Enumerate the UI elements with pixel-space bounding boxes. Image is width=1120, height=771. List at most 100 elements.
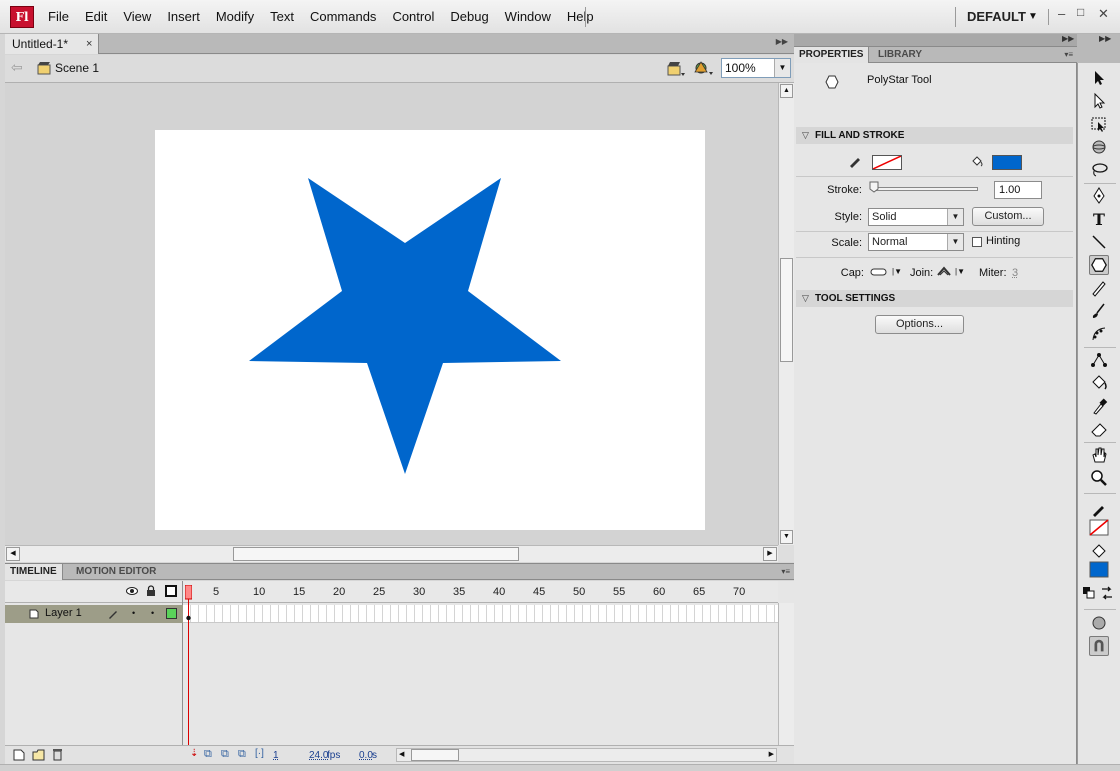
- round-cap-icon[interactable]: [870, 267, 888, 277]
- stroke-style-select[interactable]: Solid ▼: [868, 208, 964, 226]
- new-layer-icon[interactable]: [13, 749, 25, 761]
- star-shape[interactable]: [249, 178, 561, 474]
- deco-tool-icon[interactable]: [1089, 324, 1109, 344]
- edit-scene-icon[interactable]: [666, 60, 686, 78]
- chevron-down-icon[interactable]: |▼: [955, 267, 965, 276]
- outline-color-swatch[interactable]: [166, 608, 177, 619]
- menu-window[interactable]: Window: [497, 0, 559, 34]
- line-tool-icon[interactable]: [1089, 232, 1109, 252]
- elapsed-time[interactable]: 0.0: [359, 750, 373, 761]
- subselection-tool-icon[interactable]: [1089, 91, 1109, 111]
- collapse-triangle-icon[interactable]: ▽: [802, 290, 809, 307]
- pen-tool-icon[interactable]: [1089, 186, 1109, 206]
- frame-rate[interactable]: 24.0: [309, 750, 328, 761]
- trash-icon[interactable]: [52, 748, 63, 761]
- scene-breadcrumb[interactable]: Scene 1: [55, 61, 99, 75]
- playhead[interactable]: [185, 585, 192, 753]
- stage-horizontal-scrollbar[interactable]: ◀ ▶: [5, 545, 778, 562]
- edit-multiple-frames-icon[interactable]: ⧉: [238, 748, 246, 761]
- workspace-switcher[interactable]: DEFAULT: [967, 0, 1026, 34]
- scroll-thumb[interactable]: [411, 749, 459, 761]
- tool-settings-header[interactable]: ▽ TOOL SETTINGS: [796, 290, 1073, 307]
- scroll-left-icon[interactable]: ◀: [399, 750, 404, 758]
- pencil-tool-icon[interactable]: [1089, 278, 1109, 298]
- tab-library[interactable]: LIBRARY: [873, 47, 927, 63]
- collapse-triangle-icon[interactable]: ▽: [802, 127, 809, 144]
- center-frame-icon[interactable]: ⇣: [190, 748, 198, 759]
- scroll-right-icon[interactable]: ▶: [763, 547, 777, 561]
- scroll-down-icon[interactable]: ▼: [780, 530, 793, 544]
- text-tool-icon[interactable]: T: [1089, 209, 1109, 229]
- chevron-down-icon[interactable]: ▼: [947, 234, 963, 250]
- snap-to-objects-icon[interactable]: [1089, 636, 1109, 656]
- options-button[interactable]: Options...: [875, 315, 964, 334]
- menu-file[interactable]: File: [40, 0, 77, 34]
- fill-and-stroke-header[interactable]: ▽ FILL AND STROKE: [796, 127, 1073, 144]
- tab-timeline[interactable]: TIMELINE: [5, 564, 63, 580]
- onion-skin-outlines-icon[interactable]: ⧉: [221, 748, 229, 761]
- stroke-color-swatch[interactable]: [872, 155, 902, 170]
- scale-select[interactable]: Normal ▼: [868, 233, 964, 251]
- frames-row[interactable]: [183, 605, 778, 623]
- workspace-dropdown-icon[interactable]: ▼: [1028, 0, 1038, 34]
- tab-motion-editor[interactable]: MOTION EDITOR: [71, 564, 161, 580]
- menu-edit[interactable]: Edit: [77, 0, 115, 34]
- zoom-tool-icon[interactable]: [1089, 468, 1109, 488]
- black-white-icon[interactable]: [1082, 584, 1096, 604]
- menu-control[interactable]: Control: [384, 0, 442, 34]
- eyedropper-tool-icon[interactable]: [1089, 396, 1109, 416]
- eraser-tool-icon[interactable]: [1089, 419, 1109, 439]
- menu-insert[interactable]: Insert: [159, 0, 208, 34]
- menu-modify[interactable]: Modify: [208, 0, 262, 34]
- stroke-color-tool-swatch[interactable]: [1089, 519, 1109, 539]
- brush-tool-icon[interactable]: [1089, 301, 1109, 321]
- layer-name[interactable]: Layer 1: [45, 607, 82, 619]
- lasso-tool-icon[interactable]: [1089, 160, 1109, 180]
- panel-menu-icon[interactable]: ▾≡: [781, 567, 790, 576]
- hinting-checkbox[interactable]: [972, 237, 982, 247]
- stage[interactable]: [155, 130, 705, 530]
- swap-colors-icon[interactable]: [1100, 584, 1114, 604]
- hand-tool-icon[interactable]: [1089, 445, 1109, 465]
- polystar-tool-icon[interactable]: [1089, 255, 1109, 275]
- timeline-vertical-scrollbar[interactable]: [778, 603, 794, 750]
- collapse-tools-icon[interactable]: ▶▶: [1099, 34, 1111, 43]
- miter-value[interactable]: 3: [1012, 267, 1018, 279]
- layer-row[interactable]: Layer 1 • •: [5, 605, 183, 623]
- close-window-icon[interactable]: ✕: [1098, 6, 1109, 22]
- current-frame[interactable]: 1: [273, 750, 279, 761]
- panel-menu-icon[interactable]: ▾≡: [1064, 50, 1073, 59]
- menu-text[interactable]: Text: [262, 0, 302, 34]
- bone-tool-icon[interactable]: [1089, 350, 1109, 370]
- stage-vertical-scrollbar[interactable]: ▲ ▼: [778, 83, 794, 545]
- collapse-panels-icon[interactable]: ▶▶: [1062, 34, 1074, 43]
- chevron-down-icon[interactable]: |▼: [892, 267, 902, 276]
- maximize-icon[interactable]: □: [1077, 5, 1084, 19]
- stroke-width-input[interactable]: 1.00: [994, 181, 1042, 199]
- visibility-dot-icon[interactable]: •: [132, 608, 135, 618]
- lock-dot-icon[interactable]: •: [151, 608, 154, 618]
- scroll-left-icon[interactable]: ◀: [6, 547, 20, 561]
- chevron-down-icon[interactable]: ▼: [774, 59, 790, 77]
- menu-commands[interactable]: Commands: [302, 0, 384, 34]
- zoom-select[interactable]: 100% ▼: [721, 58, 791, 78]
- close-document-icon[interactable]: ×: [86, 34, 92, 54]
- panel-collapse-icon[interactable]: ▶▶: [776, 37, 788, 46]
- fill-color-tool-swatch[interactable]: [1089, 561, 1109, 581]
- frame-ruler[interactable]: 5 10 15 20 25 30 35 40 45 50 55 60 65 70: [183, 581, 778, 603]
- menu-view[interactable]: View: [115, 0, 159, 34]
- scroll-right-icon[interactable]: ▶: [769, 750, 774, 758]
- scroll-thumb[interactable]: [233, 547, 519, 561]
- timeline-horizontal-scrollbar[interactable]: ◀ ▶: [396, 748, 777, 762]
- fill-color-swatch[interactable]: [992, 155, 1022, 170]
- back-arrow-icon[interactable]: ⇦: [11, 59, 23, 76]
- custom-button[interactable]: Custom...: [972, 207, 1044, 226]
- edit-symbol-icon[interactable]: [694, 59, 714, 77]
- onion-skin-icon[interactable]: ⧉: [204, 748, 212, 761]
- 3d-rotation-tool-icon[interactable]: [1089, 137, 1109, 157]
- round-join-icon[interactable]: [937, 266, 951, 276]
- slider-thumb[interactable]: [869, 181, 879, 193]
- scroll-up-icon[interactable]: ▲: [780, 84, 793, 98]
- selection-tool-icon[interactable]: [1089, 68, 1109, 88]
- paint-bucket-tool-icon[interactable]: [1089, 373, 1109, 393]
